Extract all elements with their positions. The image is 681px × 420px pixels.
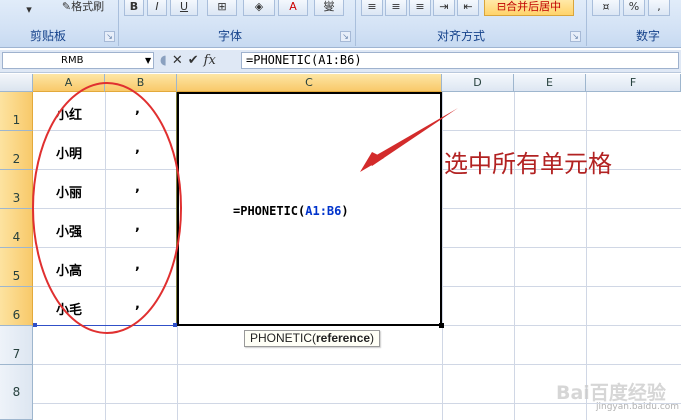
column-header-e[interactable]: E (514, 74, 586, 92)
formula-bar: RMB ▼ ◖ ✕ ✔ fx =PHONETIC(A1:B6) (0, 50, 681, 73)
format-painter-icon: ✎ (61, 0, 72, 13)
column-header-d[interactable]: D (442, 74, 514, 92)
column-header-b[interactable]: B (105, 74, 177, 92)
merge-center-button[interactable]: ⊟合并后居中 (484, 0, 574, 16)
gridline (514, 92, 515, 420)
chevron-down-icon[interactable]: ▼ (145, 56, 151, 65)
align-right-button[interactable]: ≡ (409, 0, 431, 16)
annotation-text: 选中所有单元格 (444, 150, 612, 178)
fill-handle[interactable] (439, 323, 444, 328)
fill-color-button[interactable]: ◈ (243, 0, 275, 16)
select-all-corner[interactable] (0, 74, 33, 92)
gridline (33, 364, 681, 365)
cancel-icon[interactable]: ✕ (172, 52, 183, 70)
column-header-c[interactable]: C (177, 74, 442, 92)
cell-b6[interactable]: , (135, 297, 140, 312)
function-icon[interactable]: fx (204, 52, 216, 70)
merge-center-icon: ⊟ (496, 0, 507, 13)
row-header-5[interactable]: 5 (0, 248, 33, 287)
phonetic-button[interactable]: 燮 (314, 0, 344, 16)
clipboard-launcher-icon[interactable]: ↘ (104, 31, 115, 42)
font-color-button[interactable]: A (278, 0, 308, 16)
row-header-1[interactable]: 1 (0, 92, 33, 131)
function-tooltip[interactable]: PHONETIC(reference) (244, 330, 381, 347)
cell-a2[interactable]: 小明 (56, 143, 82, 162)
spreadsheet-grid: A B C D E F 1 2 3 4 5 6 7 8 小红 小明 小丽 小强 … (0, 74, 681, 420)
number-group-label: 数字 (635, 29, 660, 43)
cell-a3[interactable]: 小丽 (56, 182, 82, 201)
group-divider (118, 0, 119, 46)
row-header-6[interactable]: 6 (0, 287, 33, 326)
group-divider (355, 0, 356, 46)
group-divider (586, 0, 587, 46)
font-group-label: 字体 (217, 29, 242, 43)
gridline (586, 92, 587, 420)
watermark-logo: Bai百度经验 (556, 382, 666, 404)
row-header-3[interactable]: 3 (0, 170, 33, 209)
row-header-7[interactable]: 7 (0, 326, 33, 365)
row-header-8[interactable]: 8 (0, 365, 33, 420)
font-launcher-icon[interactable]: ↘ (340, 31, 351, 42)
column-header-a[interactable]: A (33, 74, 105, 92)
border-icon: ⊞ (217, 0, 227, 13)
bold-button[interactable]: B (124, 0, 144, 16)
gridline (442, 92, 443, 420)
cell-b3[interactable]: , (135, 180, 140, 195)
gridline (105, 92, 106, 420)
currency-button[interactable]: ¤ (592, 0, 620, 16)
range-outline-bottom (33, 325, 177, 326)
name-box[interactable]: RMB (2, 52, 154, 69)
cell-a4[interactable]: 小强 (56, 221, 82, 240)
cell-a1[interactable]: 小红 (56, 104, 82, 123)
cell-a6[interactable]: 小毛 (56, 299, 82, 318)
alignment-launcher-icon[interactable]: ↘ (570, 31, 581, 42)
ribbon: ▾ ✎格式刷 剪贴板 ↘ B I U ⊞ ◈ A 燮 字体 ↘ ≡ ≡ ≡ ⇥ … (0, 0, 681, 48)
enter-icon[interactable]: ✔ (188, 52, 199, 70)
formula-options-icon[interactable]: ◖ (160, 52, 167, 70)
alignment-group-label: 对齐方式 (436, 29, 485, 43)
underline-button[interactable]: U (170, 0, 198, 16)
cell-b5[interactable]: , (135, 258, 140, 273)
column-header-f[interactable]: F (586, 74, 681, 92)
comma-button[interactable]: , (648, 0, 670, 16)
cell-formula-text: =PHONETIC(A1:B6) (233, 204, 349, 218)
format-painter-button[interactable]: ✎格式刷 (52, 0, 114, 16)
collapse-arrow[interactable]: ▾ (22, 3, 36, 19)
formula-range-ref: A1:B6 (305, 204, 342, 218)
align-left-button[interactable]: ≡ (361, 0, 383, 16)
row-header-2[interactable]: 2 (0, 131, 33, 170)
outdent-icon: ⇤ (463, 0, 473, 13)
align-right-icon: ≡ (415, 0, 425, 13)
fill-color-icon: ◈ (254, 0, 264, 13)
align-left-icon: ≡ (367, 0, 377, 13)
italic-button[interactable]: I (147, 0, 167, 16)
border-button[interactable]: ⊞ (207, 0, 237, 16)
outdent-button[interactable]: ⇤ (457, 0, 479, 16)
percent-button[interactable]: % (623, 0, 645, 16)
clipboard-group-label: 剪贴板 (29, 29, 66, 43)
cell-b4[interactable]: , (135, 219, 140, 234)
formula-input[interactable]: =PHONETIC(A1:B6) (241, 52, 679, 69)
range-corner-mark (33, 323, 37, 327)
formula-bar-icons: ◖ ✕ ✔ fx (160, 52, 221, 70)
watermark-url: jingyan.baidu.com (596, 402, 680, 412)
cell-a5[interactable]: 小高 (56, 260, 82, 279)
cell-b1[interactable]: , (135, 102, 140, 117)
currency-icon: ¤ (602, 0, 610, 13)
align-center-button[interactable]: ≡ (385, 0, 407, 16)
cell-b2[interactable]: , (135, 141, 140, 156)
row-header-4[interactable]: 4 (0, 209, 33, 248)
align-center-icon: ≡ (391, 0, 401, 13)
indent-icon: ⇥ (439, 0, 449, 13)
indent-button[interactable]: ⇥ (433, 0, 455, 16)
